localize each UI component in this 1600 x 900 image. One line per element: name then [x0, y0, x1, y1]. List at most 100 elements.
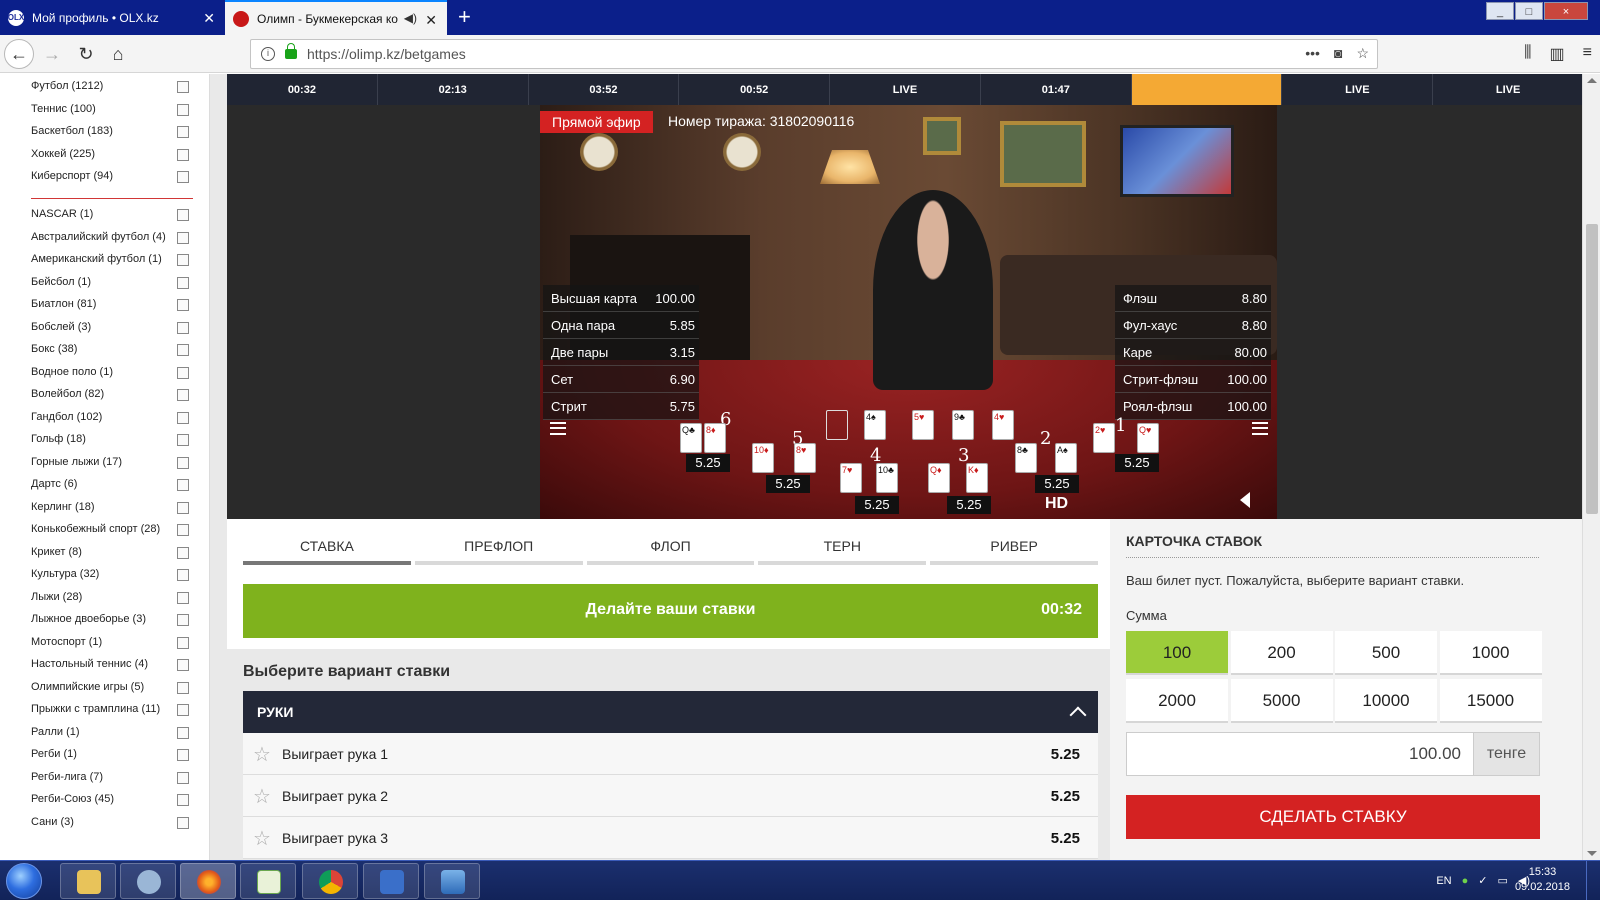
sport-item[interactable]: Ралли (1): [31, 722, 193, 742]
sport-checkbox[interactable]: [177, 411, 189, 424]
sport-checkbox[interactable]: [177, 614, 189, 626]
sport-item[interactable]: Культура (32): [31, 564, 193, 584]
sport-item[interactable]: Гандбол (102): [31, 407, 193, 427]
menu-icon[interactable]: ≡: [1583, 44, 1592, 64]
bookmark-star-icon[interactable]: ☆: [1356, 45, 1369, 62]
library-icon[interactable]: ⫼: [1524, 44, 1531, 64]
sport-checkbox[interactable]: [177, 524, 189, 536]
start-button[interactable]: [6, 863, 42, 899]
game-timer-cell[interactable]: LIVE: [1282, 74, 1434, 105]
amount-preset-button[interactable]: 5000: [1230, 679, 1333, 723]
tab-olimp[interactable]: Олимп - Букмекерская ко ◀) ✕: [225, 0, 447, 35]
tray-app-icon[interactable]: ●: [1462, 875, 1469, 887]
sport-checkbox[interactable]: [177, 749, 189, 761]
scroll-up-icon[interactable]: [1587, 78, 1597, 83]
bet-option-row[interactable]: ☆ Выиграет рука 3 5.25: [243, 817, 1098, 859]
combo-odd-row[interactable]: Стрит 5.75: [543, 393, 699, 420]
tray-check-icon[interactable]: ✓: [1478, 874, 1487, 887]
sport-item[interactable]: Мотоспорт (1): [31, 632, 193, 652]
amount-preset-button[interactable]: 10000: [1335, 679, 1437, 723]
taskbar-app[interactable]: [120, 863, 176, 899]
url-text[interactable]: https://olimp.kz/betgames: [307, 46, 466, 62]
forward-button[interactable]: →: [38, 40, 66, 68]
sport-checkbox[interactable]: [177, 501, 189, 514]
game-timer-cell[interactable]: LIVE: [830, 74, 981, 105]
amount-preset-button[interactable]: 500: [1335, 631, 1437, 675]
sport-item[interactable]: Конькобежный спорт (28): [31, 519, 193, 539]
sport-item[interactable]: Дартс (6): [31, 474, 193, 494]
game-timer-cell[interactable]: 00:52: [679, 74, 831, 105]
sport-item[interactable]: Баскетбол (183): [31, 121, 193, 141]
back-button[interactable]: ←: [4, 39, 34, 69]
sport-item[interactable]: Лыжи (28): [31, 587, 193, 607]
page-scrollbar[interactable]: [1582, 74, 1600, 860]
scroll-down-icon[interactable]: [1587, 851, 1597, 856]
sport-checkbox[interactable]: [177, 344, 189, 356]
list-icon[interactable]: [1252, 422, 1268, 435]
taskbar-firefox[interactable]: [180, 863, 236, 899]
sport-item[interactable]: Американский футбол (1): [31, 249, 193, 269]
sport-checkbox[interactable]: [177, 569, 189, 581]
minimize-button[interactable]: _: [1486, 2, 1514, 20]
close-window-button[interactable]: ×: [1544, 2, 1588, 20]
bet-option-odd[interactable]: 5.25: [1051, 788, 1080, 805]
game-timer-cell[interactable]: 02:13: [378, 74, 529, 105]
sport-item[interactable]: Биатлон (81): [31, 294, 193, 314]
favorite-star-icon[interactable]: ☆: [253, 826, 271, 851]
sport-item[interactable]: NASCAR (1): [31, 204, 193, 224]
sport-item[interactable]: Теннис (100): [31, 99, 193, 119]
sport-item[interactable]: Регби-лига (7): [31, 767, 193, 787]
sport-checkbox[interactable]: [177, 816, 189, 829]
system-clock[interactable]: 15:33 09.02.2018: [1515, 865, 1570, 895]
combo-odd-row[interactable]: Сет 6.90: [543, 366, 699, 393]
sport-item[interactable]: Гольф (18): [31, 429, 193, 449]
bet-option-row[interactable]: ☆ Выиграет рука 1 5.25: [243, 733, 1098, 775]
chevron-up-icon[interactable]: [1069, 706, 1087, 724]
pocket-icon[interactable]: ◙: [1334, 45, 1342, 62]
sport-checkbox[interactable]: [177, 231, 189, 244]
sport-item[interactable]: Сани (3): [31, 812, 193, 832]
scrollbar-thumb[interactable]: [1586, 224, 1598, 514]
amount-input[interactable]: 100.00: [1126, 732, 1474, 776]
sport-checkbox[interactable]: [177, 456, 189, 469]
list-icon[interactable]: [550, 422, 566, 435]
combo-odd-row[interactable]: Две пары 3.15: [543, 339, 699, 366]
bet-option-odd[interactable]: 5.25: [1051, 830, 1080, 847]
live-video-stream[interactable]: Прямой эфир Номер тиража: 31802090116 Вы…: [540, 105, 1277, 519]
hands-group-header[interactable]: РУКИ: [243, 691, 1098, 733]
sport-item[interactable]: Бобслей (3): [31, 317, 193, 337]
sport-item[interactable]: Регби-Союз (45): [31, 789, 193, 809]
sidebar-icon[interactable]: ▥: [1550, 44, 1565, 64]
tab-audio-icon[interactable]: ◀): [404, 11, 417, 25]
info-icon[interactable]: i: [261, 47, 275, 61]
tab-bet-stage[interactable]: ФЛОП: [586, 531, 755, 565]
lock-icon[interactable]: [285, 43, 297, 59]
tab-bet-stage[interactable]: ТЕРН: [758, 531, 927, 565]
sport-checkbox[interactable]: [177, 209, 189, 221]
tab-bet-stage[interactable]: ПРЕФЛОП: [414, 531, 583, 565]
sport-checkbox[interactable]: [177, 636, 189, 649]
game-timer-cell[interactable]: LIVE: [1433, 74, 1585, 105]
close-tab-icon[interactable]: ✕: [425, 12, 437, 29]
amount-preset-button[interactable]: 2000: [1126, 679, 1228, 723]
sport-checkbox[interactable]: [177, 794, 189, 806]
taskbar-app[interactable]: [240, 863, 296, 899]
reload-button[interactable]: ↻: [72, 40, 100, 68]
taskbar-app[interactable]: [424, 863, 480, 899]
sport-checkbox[interactable]: [177, 659, 189, 671]
sport-checkbox[interactable]: [177, 704, 189, 716]
combo-odd-row[interactable]: Фул-хаус 8.80: [1115, 312, 1271, 339]
combo-odd-row[interactable]: Флэш 8.80: [1115, 285, 1271, 312]
game-timer-cell[interactable]: [1131, 74, 1283, 105]
sport-checkbox[interactable]: [177, 126, 189, 138]
combo-odd-row[interactable]: Стрит-флэш 100.00: [1115, 366, 1271, 393]
bet-option-row[interactable]: ☆ Выиграет рука 2 5.25: [243, 775, 1098, 817]
sport-checkbox[interactable]: [177, 171, 189, 183]
sport-checkbox[interactable]: [177, 681, 189, 694]
amount-preset-button[interactable]: 200: [1230, 631, 1333, 675]
favorite-star-icon[interactable]: ☆: [253, 742, 271, 767]
tab-olx-profile[interactable]: OLX Мой профиль • OLX.kz ✕: [0, 0, 225, 35]
language-indicator[interactable]: EN: [1436, 875, 1451, 887]
sport-item[interactable]: Бейсбол (1): [31, 272, 193, 292]
sport-item[interactable]: Водное поло (1): [31, 362, 193, 382]
